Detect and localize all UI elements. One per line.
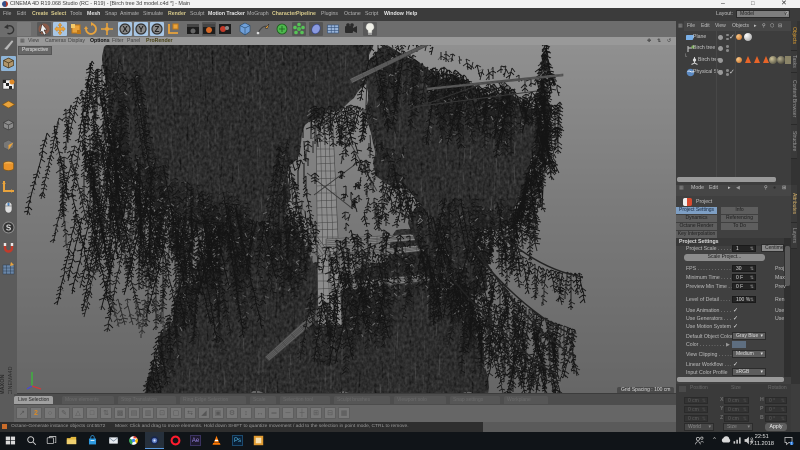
svg-text:X: X <box>122 25 128 34</box>
svg-text:1: 1 <box>791 442 793 446</box>
svg-text:S: S <box>6 224 12 233</box>
svg-text:Y: Y <box>138 25 144 34</box>
svg-text:Z: Z <box>155 25 160 34</box>
